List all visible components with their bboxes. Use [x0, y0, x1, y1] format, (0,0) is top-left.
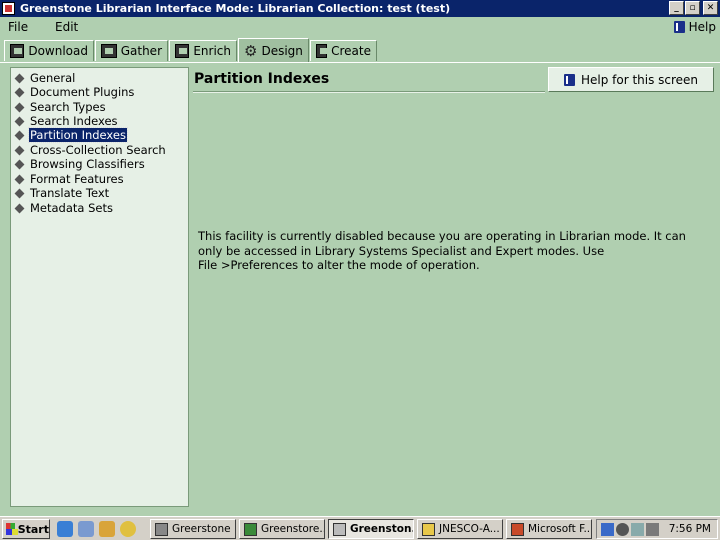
window-controls: _ ▫ ✕: [669, 1, 718, 15]
gear-icon: ⚙: [244, 41, 258, 60]
help-for-this-screen-button[interactable]: Help for this screen: [548, 67, 714, 92]
sidebar-item-label: Browsing Classifiers: [30, 157, 145, 171]
bullet-icon: [14, 130, 25, 140]
help-button-label: Help for this screen: [580, 72, 699, 87]
tray-app-icon[interactable]: [616, 523, 629, 536]
task-label: JNESCO-A...: [439, 523, 500, 535]
microsoft-app-icon: [511, 522, 524, 536]
window-title-bar[interactable]: Greenstone Librarian Interface Mode: Lib…: [0, 0, 720, 17]
message-line: only be accessed in Library Systems Spec…: [198, 243, 605, 258]
create-icon: [316, 44, 329, 58]
title-divider: [193, 91, 545, 93]
message-line: This facility is currently disabled beca…: [198, 229, 686, 243]
bullet-icon: [14, 203, 25, 213]
bullet-icon: [14, 159, 25, 169]
sidebar-item-metadata-sets[interactable]: Metadata Sets: [14, 201, 114, 215]
tray-device-icon[interactable]: [646, 523, 659, 536]
help-book-icon: [673, 21, 685, 33]
speaker-icon[interactable]: [631, 523, 644, 536]
greenstone-icon: [244, 522, 257, 536]
bullet-icon: [14, 87, 25, 97]
menu-edit[interactable]: Edit: [55, 20, 78, 34]
task-label: Greerstone ..: [172, 523, 236, 535]
taskbar-item-greenstone-1[interactable]: Greerstone ..: [150, 519, 236, 539]
tab-create[interactable]: Create: [310, 40, 377, 61]
network-icon[interactable]: [601, 523, 614, 536]
tab-bar: Download Gather Enrich ⚙ Design Create: [0, 38, 720, 63]
sidebar-item-label: Search Indexes: [30, 114, 118, 128]
system-tray: 7:56 PM: [596, 519, 718, 539]
page-title: Partition Indexes: [194, 71, 330, 87]
tab-download[interactable]: Download: [4, 40, 94, 61]
task-label: Microsoft F...: [528, 523, 592, 535]
sidebar-item-cross-collection-search[interactable]: Cross-Collection Search: [14, 143, 167, 157]
sidebar-item-label: Format Features: [30, 172, 124, 186]
folder-icon: [422, 522, 435, 536]
sidebar-item-general[interactable]: General: [14, 71, 76, 85]
tab-enrich-label: Enrich: [193, 44, 231, 58]
message-line: File >Preferences to alter the mode of o…: [198, 258, 480, 272]
menu-help-label: Help: [688, 20, 716, 34]
start-button[interactable]: Start: [2, 519, 50, 539]
tab-gather-label: Gather: [120, 44, 162, 58]
menu-file[interactable]: File: [8, 20, 28, 34]
outlook-icon[interactable]: [78, 521, 94, 537]
sidebar-item-label: Cross-Collection Search: [30, 143, 166, 157]
task-label: Greenstore...: [261, 523, 325, 535]
sidebar-item-partition-indexes[interactable]: Partition Indexes: [14, 127, 128, 143]
clock: 7:56 PM: [668, 523, 711, 535]
sidebar-item-browsing-classifiers[interactable]: Browsing Classifiers: [14, 157, 146, 171]
gather-icon: [101, 44, 117, 58]
media-player-icon[interactable]: [120, 521, 136, 537]
tab-enrich[interactable]: Enrich: [169, 40, 237, 61]
sidebar-item-translate-text[interactable]: Translate Text: [14, 186, 110, 200]
bullet-icon: [14, 188, 25, 198]
bullet-icon: [14, 174, 25, 184]
greenstone-app-icon: [2, 2, 15, 15]
sidebar-item-search-indexes[interactable]: Search Indexes: [14, 114, 119, 128]
tab-design[interactable]: ⚙ Design: [238, 38, 309, 62]
tab-design-label: Design: [261, 43, 303, 58]
task-label: Greenston...: [350, 523, 413, 535]
sidebar-item-label: Partition Indexes: [28, 127, 128, 143]
tab-gather[interactable]: Gather: [95, 40, 168, 61]
tab-create-label: Create: [331, 44, 371, 58]
sidebar-item-label: General: [30, 71, 76, 85]
taskbar-item-unesco-folder[interactable]: JNESCO-A...: [417, 519, 503, 539]
bullet-icon: [14, 145, 25, 155]
bullet-icon: [14, 102, 25, 112]
sidebar-item-search-types[interactable]: Search Types: [14, 100, 107, 114]
sidebar-item-label: Search Types: [30, 100, 106, 114]
window-title: Greenstone Librarian Interface Mode: Lib…: [20, 2, 451, 15]
close-button[interactable]: ✕: [703, 1, 718, 15]
sidebar-item-label: Document Plugins: [30, 85, 135, 99]
enrich-icon: [175, 44, 190, 58]
taskbar-item-greenstone-active[interactable]: Greenston...: [328, 519, 414, 539]
sidebar-item-label: Metadata Sets: [30, 201, 113, 215]
download-icon: [10, 44, 25, 58]
windows-taskbar: Start Greerstone .. Greenstore... Greens…: [0, 516, 720, 540]
design-sections-list: General Document Plugins Search Types Se…: [10, 67, 189, 507]
maximize-button[interactable]: ▫: [685, 1, 700, 15]
internet-explorer-icon[interactable]: [57, 521, 73, 537]
sidebar-item-document-plugins[interactable]: Document Plugins: [14, 85, 135, 99]
bullet-icon: [14, 116, 25, 126]
taskbar-item-microsoft[interactable]: Microsoft F...: [506, 519, 592, 539]
window-icon: [155, 522, 168, 536]
minimize-button[interactable]: _: [669, 1, 684, 15]
menu-help[interactable]: Help: [673, 20, 716, 34]
sidebar-item-label: Translate Text: [30, 186, 110, 200]
help-book-icon: [563, 73, 575, 86]
tab-download-label: Download: [28, 44, 88, 58]
disabled-message: This facility is currently disabled beca…: [198, 229, 713, 273]
bullet-icon: [14, 73, 25, 83]
taskbar-item-greenstone-2[interactable]: Greenstore...: [239, 519, 325, 539]
window-icon: [333, 522, 346, 536]
menu-bar: File Edit Help: [0, 17, 720, 38]
start-label: Start: [17, 522, 49, 536]
windows-logo-icon: [6, 523, 18, 535]
pencil-tool-icon[interactable]: [99, 521, 115, 537]
sidebar-item-format-features[interactable]: Format Features: [14, 172, 125, 186]
